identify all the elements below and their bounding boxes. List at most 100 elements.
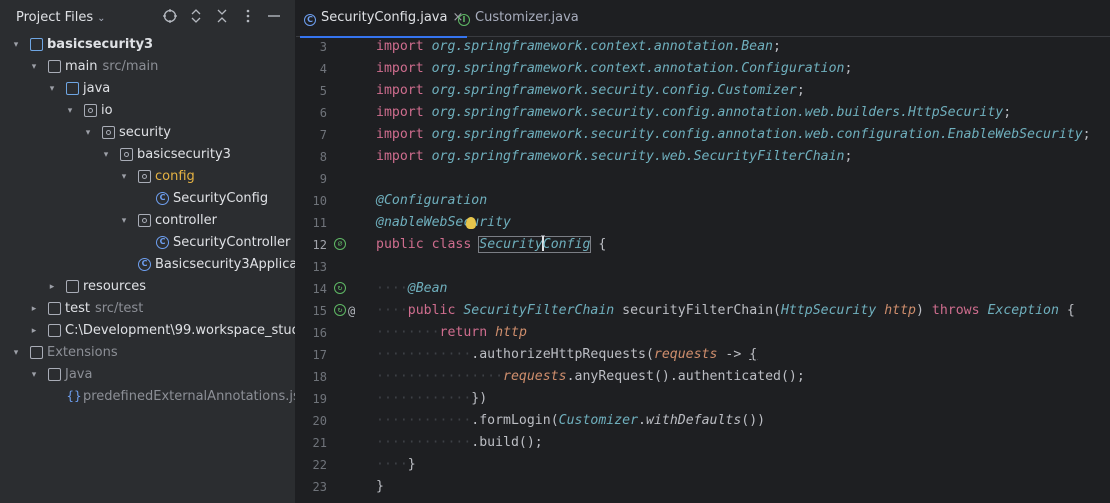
code-text: @ nableWebSecurity bbox=[376, 212, 511, 234]
code-line[interactable]: 10 @Configuration bbox=[296, 190, 1110, 212]
tree-item[interactable]: C SecurityController bbox=[0, 232, 295, 254]
code-token: Config bbox=[542, 237, 591, 252]
package-icon bbox=[102, 126, 115, 139]
tree-item[interactable]: ▾ java bbox=[0, 78, 295, 100]
code-line[interactable]: 20 ············.formLogin(Customizer.with… bbox=[296, 410, 1110, 432]
tree-item[interactable]: ▾ security bbox=[0, 122, 295, 144]
crosshair-icon[interactable] bbox=[161, 8, 179, 26]
code-text: ····@Bean bbox=[376, 281, 448, 296]
code-area[interactable]: 3 import org.springframework.context.anno… bbox=[296, 36, 1110, 503]
folder-icon bbox=[48, 324, 61, 337]
code-line[interactable]: 19 ············}) bbox=[296, 388, 1110, 410]
tree-item-text: SecurityConfig bbox=[173, 191, 269, 206]
code-line[interactable]: 11 @ nableWebSecurity bbox=[296, 212, 1110, 234]
code-line[interactable]: 3 import org.springframework.context.anno… bbox=[296, 36, 1110, 58]
tree-item[interactable]: ▾ controller bbox=[0, 210, 295, 232]
tree-item-label: basicsecurity3 bbox=[47, 34, 153, 56]
tree-item[interactable]: ▾ main src/main bbox=[0, 56, 295, 78]
annotation-gutter-icon[interactable]: @ bbox=[348, 300, 355, 322]
code-token: Customizer bbox=[558, 413, 639, 428]
code-line[interactable]: 23} bbox=[296, 476, 1110, 498]
chevron-down-icon[interactable]: ▾ bbox=[118, 210, 130, 232]
code-text: ············.authorizeHttpRequests(reque… bbox=[376, 347, 758, 362]
tree-item-text: main bbox=[65, 59, 98, 74]
chevron-down-icon[interactable]: ▾ bbox=[10, 34, 22, 56]
code-text: ············.formLogin(Customizer.withDe… bbox=[376, 413, 766, 428]
tab-label: Customizer.java bbox=[475, 10, 579, 25]
chevron-down-icon[interactable]: ▾ bbox=[28, 56, 40, 78]
code-line[interactable]: 5 import org.springframework.security.con… bbox=[296, 80, 1110, 102]
line-number: 17 bbox=[312, 348, 327, 362]
tree-item[interactable]: ▾ Java bbox=[0, 364, 295, 386]
code-line[interactable]: 16 ········return http bbox=[296, 322, 1110, 344]
code-text: } bbox=[376, 476, 384, 498]
code-token: securityFilterChain bbox=[622, 303, 774, 318]
chevron-down-icon[interactable]: ▾ bbox=[28, 364, 40, 386]
code-token: -> bbox=[725, 347, 742, 362]
tab-customizer[interactable]: I Customizer.java bbox=[454, 0, 583, 36]
lightbulb-icon[interactable] bbox=[466, 217, 476, 229]
json-file-icon: {} bbox=[66, 389, 82, 403]
class-name[interactable]: SecurityConfig bbox=[478, 236, 592, 253]
import-path: org.springframework.security.config.anno… bbox=[431, 105, 1004, 120]
tree-item[interactable]: ▾ basicsecurity3 bbox=[0, 144, 295, 166]
code-line[interactable]: 22 ····} bbox=[296, 454, 1110, 476]
code-token: return bbox=[439, 325, 488, 340]
code-line[interactable]: 13 bbox=[296, 256, 1110, 278]
project-files-dropdown[interactable]: Project Files ⌄ bbox=[16, 10, 106, 25]
chevron-right-icon[interactable]: ▸ bbox=[28, 320, 40, 342]
chevron-down-icon[interactable]: ▾ bbox=[46, 78, 58, 100]
chevron-down-icon[interactable]: ▾ bbox=[82, 122, 94, 144]
tree-item[interactable]: {} predefinedExternalAnnotations.json bbox=[0, 386, 295, 408]
code-line[interactable]: 21 ············.build(); bbox=[296, 432, 1110, 454]
tree-item[interactable]: C SecurityConfig bbox=[0, 188, 295, 210]
code-line[interactable]: 6 import org.springframework.security.con… bbox=[296, 102, 1110, 124]
project-panel: Project Files ⌄ ▾ basicsecurity3 ▾ main src/m… bbox=[0, 0, 295, 503]
bean-method-icon[interactable]: ↻ bbox=[334, 304, 346, 316]
tree-item[interactable]: ▸ C:\Development\99.workspace_study bbox=[0, 320, 295, 342]
minimize-icon[interactable] bbox=[265, 8, 283, 26]
bean-config-icon[interactable]: ⌀ bbox=[334, 238, 346, 250]
tree-item[interactable]: ▾ basicsecurity3 bbox=[0, 34, 295, 56]
import-path: org.springframework.context.annotation.B… bbox=[431, 39, 773, 54]
code-line[interactable]: 15 ↻ @ ····public SecurityFilterChain secur… bbox=[296, 300, 1110, 322]
tree-item[interactable]: ▾ Extensions bbox=[0, 342, 295, 364]
code-line[interactable]: 7 import org.springframework.security.con… bbox=[296, 124, 1110, 146]
tree-item-label: config bbox=[155, 166, 195, 188]
code-text: public class SecurityConfig { bbox=[376, 234, 606, 256]
more-vertical-icon[interactable] bbox=[239, 8, 257, 26]
code-line[interactable]: 14 ↻ ····@Bean bbox=[296, 278, 1110, 300]
code-token: import bbox=[376, 39, 424, 54]
tree-item[interactable]: C Basicsecurity3Applicat bbox=[0, 254, 295, 276]
code-line[interactable]: 18 ················requests.anyRequest().… bbox=[296, 366, 1110, 388]
chevron-down-icon[interactable]: ▾ bbox=[118, 166, 130, 188]
line-number: 23 bbox=[312, 480, 327, 494]
bean-method-icon[interactable]: ↻ bbox=[334, 282, 346, 294]
tree-item[interactable]: ▾ io bbox=[0, 100, 295, 122]
collapse-all-icon[interactable] bbox=[213, 8, 231, 26]
tree-item[interactable]: ▾ config bbox=[0, 166, 295, 188]
tab-securityconfig[interactable]: C SecurityConfig.java × bbox=[300, 0, 468, 38]
tree-item[interactable]: ▸ resources bbox=[0, 276, 295, 298]
code-token: authenticated bbox=[677, 369, 781, 384]
line-number: 6 bbox=[319, 106, 327, 120]
code-line[interactable]: 9 bbox=[296, 168, 1110, 190]
class-icon: C bbox=[138, 258, 151, 271]
chevron-down-icon[interactable]: ▾ bbox=[100, 144, 112, 166]
tree-item-label: SecurityConfig bbox=[173, 188, 268, 210]
chevron-right-icon[interactable]: ▸ bbox=[46, 276, 58, 298]
code-line[interactable]: 17 ············.authorizeHttpRequests(req… bbox=[296, 344, 1110, 366]
tree-item-hint: src/main bbox=[102, 59, 159, 74]
code-token: @Bean bbox=[407, 281, 448, 296]
line-number: 3 bbox=[319, 40, 327, 54]
code-line[interactable]: 4 import org.springframework.context.anno… bbox=[296, 58, 1110, 80]
code-line[interactable]: 12 ⌀ public class SecurityConfig { bbox=[296, 234, 1110, 256]
chevron-right-icon[interactable]: ▸ bbox=[28, 298, 40, 320]
package-icon bbox=[138, 214, 151, 227]
expand-all-icon[interactable] bbox=[187, 8, 205, 26]
tab-label: SecurityConfig.java bbox=[321, 10, 448, 25]
code-line[interactable]: 8 import org.springframework.security.web… bbox=[296, 146, 1110, 168]
chevron-down-icon[interactable]: ▾ bbox=[64, 100, 76, 122]
tree-item[interactable]: ▸ test src/test bbox=[0, 298, 295, 320]
chevron-down-icon[interactable]: ▾ bbox=[10, 342, 22, 364]
